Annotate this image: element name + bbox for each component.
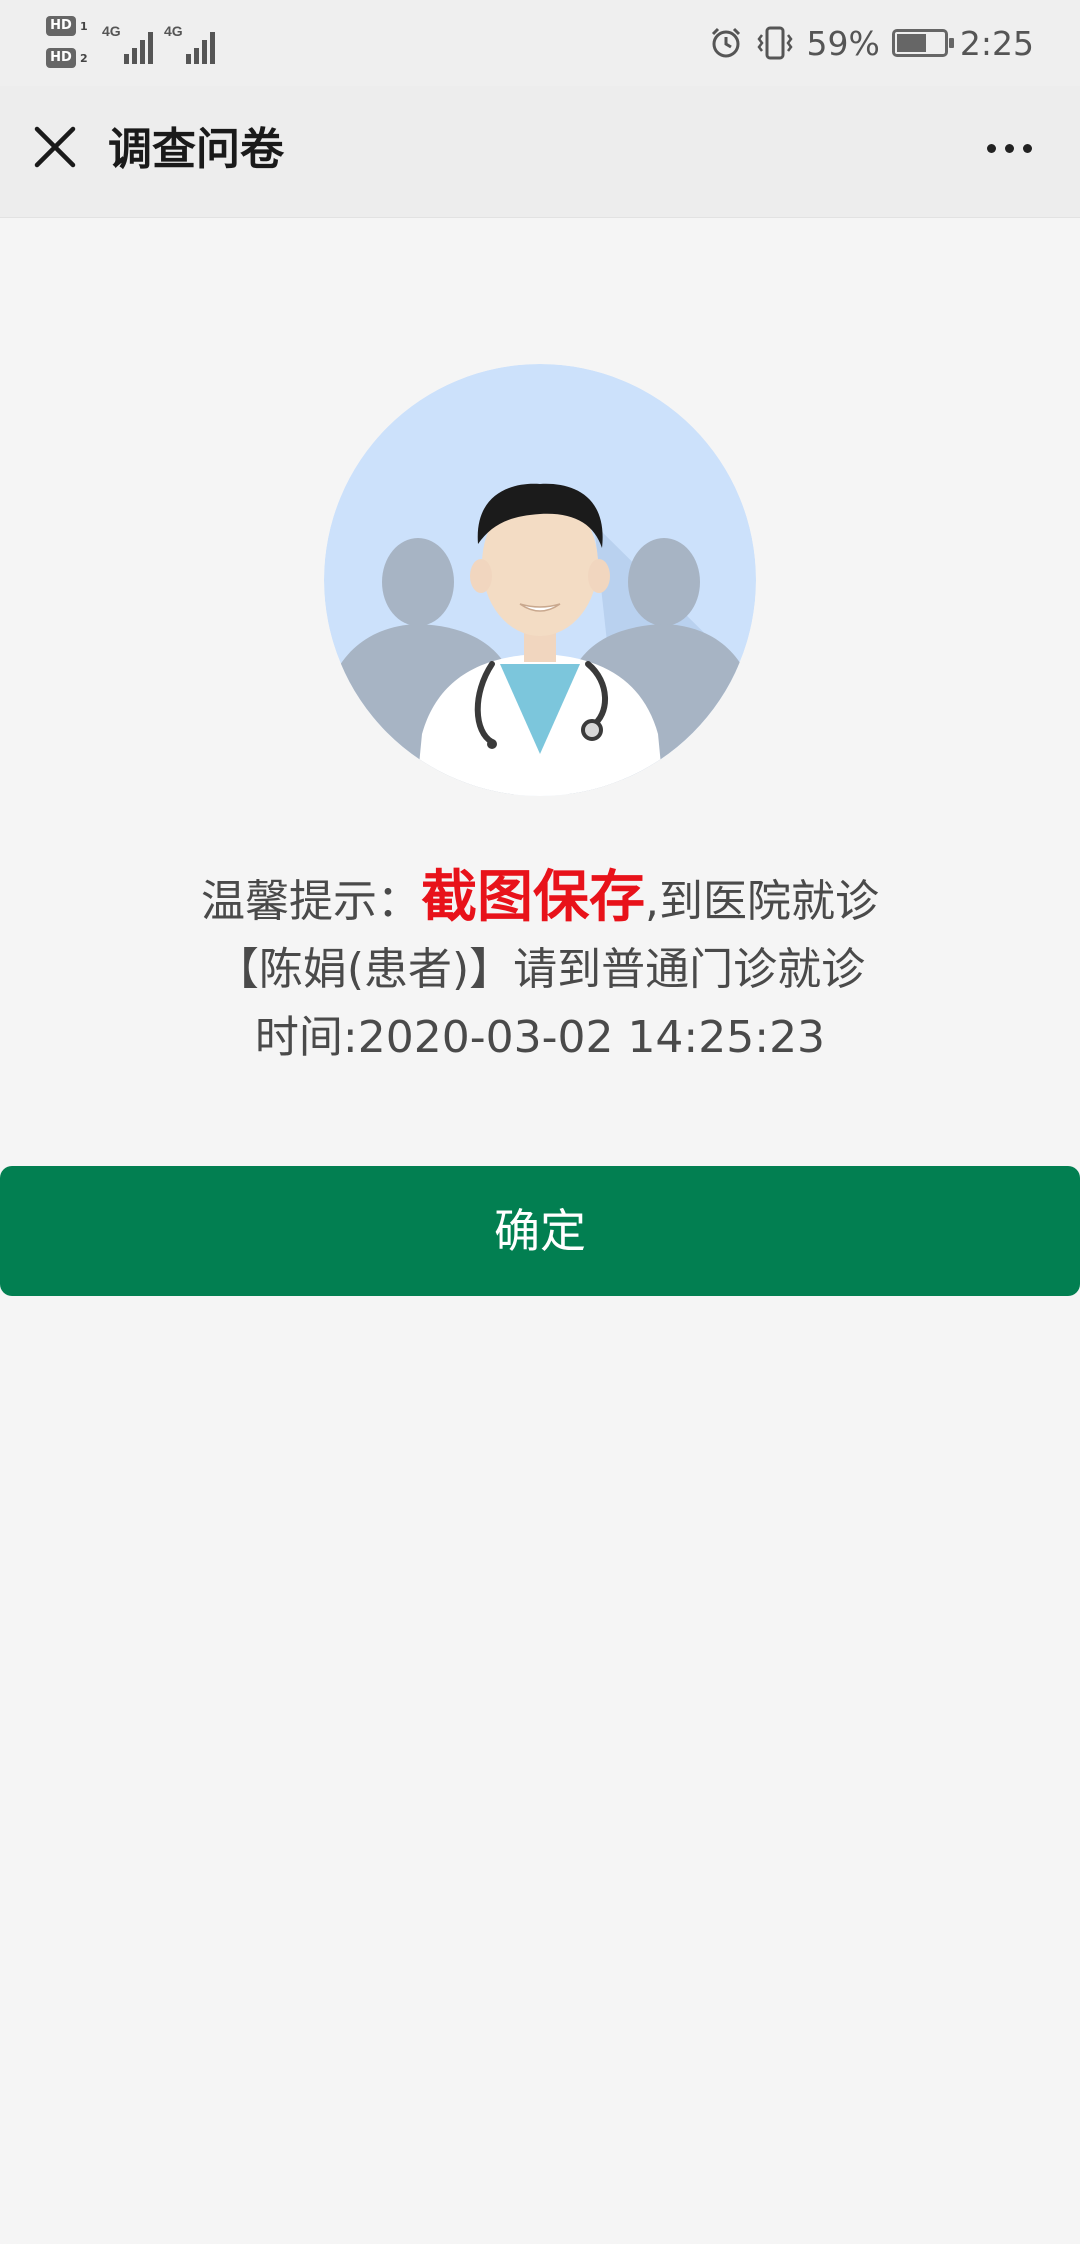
alarm-icon [711,27,740,58]
close-button[interactable] [22,114,88,180]
more-dot-icon [1004,143,1014,153]
hd-indicator-2: HD 2 [46,48,88,68]
nav-bar: 调查问卷 [0,86,1080,218]
status-bar: HD 1 HD 2 4G 4G 59% 2:25 [0,0,1080,86]
hd-badge: HD [46,48,76,68]
doctor-avatar [324,364,756,796]
signal-icon-1: 4G [102,23,153,64]
notice-suffix: ,到医院就诊 [645,876,879,927]
notice-line-1: 温馨提示：截图保存,到医院就诊 [0,862,1080,938]
svg-text:4G: 4G [164,23,183,39]
more-dot-icon [986,143,996,153]
clock: 2:25 [959,23,1034,63]
notice-line-2: 【陈娟(患者)】请到普通门诊就诊 [214,944,866,995]
status-right: 59% 2:25 [709,18,1034,68]
close-icon [34,126,76,168]
more-dot-icon [1022,143,1032,153]
battery-percent: 59% [806,23,880,63]
battery-icon [891,29,954,57]
notice-prefix: 温馨提示： [201,876,421,927]
vibrate-icon [756,26,793,60]
battery-level-fill [896,34,927,52]
notice-time: 时间:2020-03-02 14:25:23 [254,1012,826,1063]
notice-highlight: 截图保存 [421,865,645,930]
hd-indicator-1: HD 1 [46,16,88,36]
page-title: 调查问卷 [108,124,284,175]
svg-text:4G: 4G [102,23,121,39]
hd-badge: HD [46,16,76,36]
more-options-button[interactable] [974,126,1044,170]
confirm-button[interactable]: 确定 [0,1166,1080,1296]
signal-icon-2: 4G [164,23,215,64]
